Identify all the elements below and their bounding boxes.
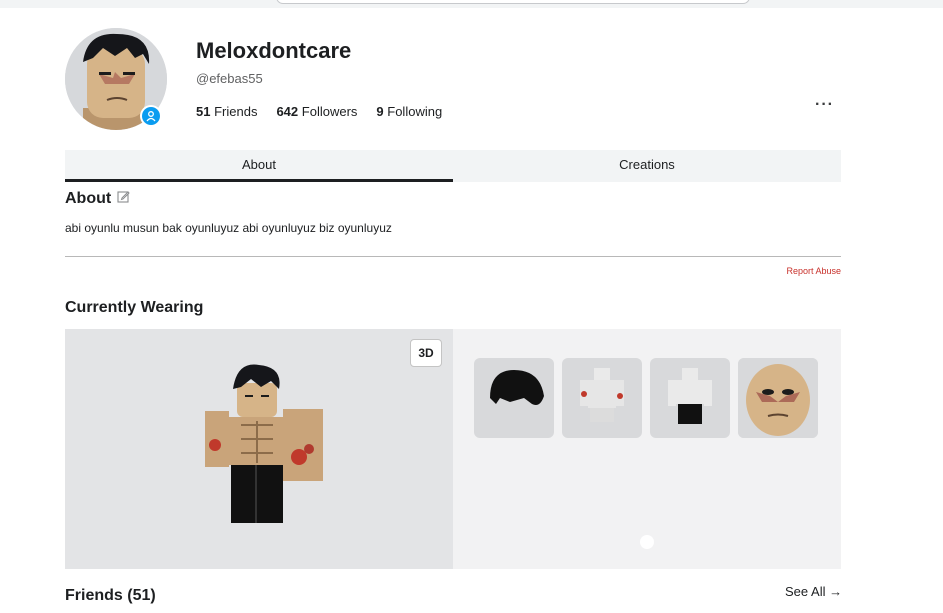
hair-icon[interactable] (474, 358, 554, 438)
profile-stats: 51 Friends 642 Followers 9 Following (196, 104, 442, 119)
divider (65, 256, 841, 257)
currently-wearing-panel: 3D (65, 329, 841, 569)
avatar-3d-viewer[interactable]: 3D (65, 329, 453, 569)
user-icon (142, 107, 160, 125)
worn-items-grid (453, 329, 841, 569)
presence-badge (140, 105, 162, 127)
shirt-icon[interactable] (562, 358, 642, 438)
friends-label: Friends (214, 104, 258, 119)
about-section-title: About (65, 190, 130, 208)
pants-icon[interactable] (650, 358, 730, 438)
about-heading: About (65, 190, 112, 207)
following-label: Following (387, 104, 443, 119)
friends-stat[interactable]: 51 Friends (196, 104, 257, 119)
more-options-button[interactable]: ··· (815, 96, 834, 114)
face-icon[interactable] (738, 358, 818, 438)
following-count: 9 (376, 104, 384, 119)
see-all-link[interactable]: See All → (785, 584, 842, 599)
display-name: Meloxdontcare (196, 38, 352, 63)
currently-wearing-title: Currently Wearing (65, 299, 204, 316)
search-input[interactable] (276, 0, 750, 4)
edit-icon[interactable] (117, 190, 130, 208)
tab-creations[interactable]: Creations (453, 150, 841, 182)
tab-about[interactable]: About (65, 150, 453, 182)
about-description: abi oyunlu musun bak oyunluyuz abi oyunl… (65, 221, 392, 235)
username: @efebas55 (196, 71, 263, 86)
top-nav-bar (0, 0, 943, 8)
followers-label: Followers (301, 104, 358, 119)
following-stat[interactable]: 9 Following (376, 104, 442, 119)
view-3d-toggle[interactable]: 3D (410, 339, 442, 367)
carousel-dot[interactable] (640, 535, 654, 549)
followers-count: 642 (276, 104, 299, 119)
followers-stat[interactable]: 642 Followers (276, 104, 357, 119)
friends-section-title: Friends (51) (65, 587, 156, 604)
friends-count: 51 (196, 104, 211, 119)
avatar-figure (205, 364, 323, 523)
profile-tabs: About Creations (65, 150, 841, 182)
report-abuse-link[interactable]: Report Abuse (786, 266, 841, 276)
